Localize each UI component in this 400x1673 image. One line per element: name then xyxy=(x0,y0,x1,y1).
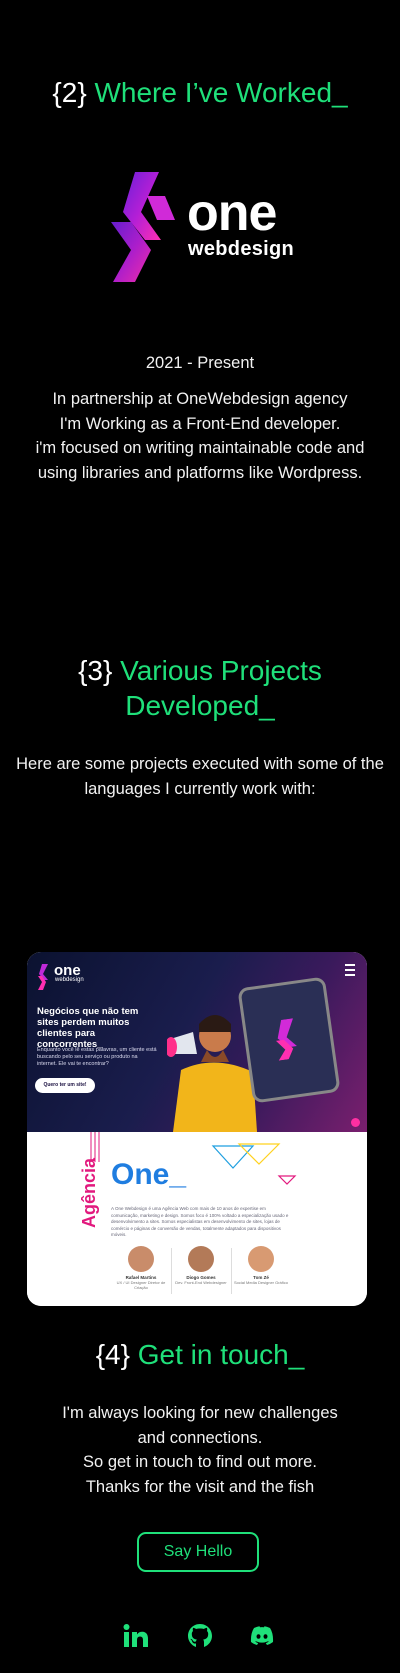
preview-lower-section: Agência One_ A One Webdesign é uma Agênc… xyxy=(27,1132,367,1306)
team-member-role: Social Media Designer Gráfico xyxy=(233,1280,289,1285)
tablet-logo-mark-icon xyxy=(275,1018,297,1061)
preview-logo-sub: webdesign xyxy=(55,977,84,983)
preview-hero-title: Negócios que não tem sites perdem muitos… xyxy=(37,1006,139,1050)
work-description: In partnership at OneWebdesign agency I'… xyxy=(0,387,400,485)
work-heading-title: Where I’ve Worked_ xyxy=(94,77,348,108)
preview-vertical-word: Agência xyxy=(79,1157,99,1228)
avatar xyxy=(188,1246,214,1272)
decorative-triangles xyxy=(211,1143,297,1185)
work-line: i'm focused on writing maintainable code… xyxy=(35,439,365,457)
logo-wordmark: one xyxy=(187,184,277,242)
projects-heading-number: {3} xyxy=(78,655,113,686)
projects-heading-title-2: Developed_ xyxy=(125,690,275,721)
preview-pink-dot xyxy=(351,1118,360,1127)
tablet-image xyxy=(237,976,341,1104)
preview-logo: one webdesign xyxy=(36,962,96,992)
discord-icon[interactable] xyxy=(248,1622,276,1650)
hamburger-menu-icon[interactable] xyxy=(345,964,355,976)
preview-description: A One Webdesign é uma Agência Web com ma… xyxy=(111,1206,289,1237)
preview-logo-mark-icon xyxy=(38,964,48,990)
company-logo: one webdesign xyxy=(101,168,301,286)
work-line: I'm Working as a Front-End developer. xyxy=(59,414,341,433)
contact-line: So get in touch to find out more. xyxy=(83,1453,317,1471)
team-member-role: Dev. Front-End Webdesigner xyxy=(175,1280,227,1285)
projects-heading: {3} Various Projects Developed_ xyxy=(0,653,400,723)
contact-line: Thanks for the visit and the fish xyxy=(85,1477,315,1496)
work-line: In partnership at OneWebdesign agency xyxy=(52,390,348,408)
team-member: Tom Zé Social Media Designer Gráfico xyxy=(231,1246,291,1285)
projects-description: Here are some projects executed with som… xyxy=(0,752,400,801)
avatar xyxy=(248,1246,274,1272)
work-line: using libraries and platforms like Wordp… xyxy=(37,463,363,482)
projects-heading-title-1: Various Projects xyxy=(120,655,322,686)
contact-heading-title: Get in touch_ xyxy=(137,1339,305,1370)
github-icon[interactable] xyxy=(186,1622,214,1650)
avatar xyxy=(128,1246,154,1272)
contact-heading: {4} Get in touch_ xyxy=(0,1337,400,1372)
say-hello-button[interactable]: Say Hello xyxy=(137,1532,259,1572)
contact-line: and connections. xyxy=(137,1428,263,1447)
project-preview-card[interactable]: one webdesign Negócios que não tem sites… xyxy=(27,952,367,1306)
projects-line: Here are some projects executed with som… xyxy=(16,755,384,773)
contact-line: I'm always looking for new challenges xyxy=(62,1404,338,1422)
logo-subtext: webdesign xyxy=(188,238,295,260)
preview-hero-text: Enquanto você lê estas palavras, um clie… xyxy=(37,1047,157,1067)
contact-description: I'm always looking for new challenges an… xyxy=(0,1401,400,1499)
team-member: Rafael Martins UX / UI Designer Diretor … xyxy=(111,1246,171,1290)
work-period: 2021 - Present xyxy=(145,354,255,372)
work-heading-number: {2} xyxy=(52,77,87,108)
contact-heading-number: {4} xyxy=(95,1339,130,1370)
preview-team: Rafael Martins UX / UI Designer Diretor … xyxy=(111,1246,291,1298)
onewebdesign-logo-mark-icon xyxy=(111,172,175,282)
work-heading: {2} Where I’ve Worked_ xyxy=(0,75,400,110)
preview-cta-button[interactable]: Quero ter um site! xyxy=(35,1078,95,1093)
preview-big-word: One_ xyxy=(111,1158,187,1191)
linkedin-icon[interactable] xyxy=(122,1622,150,1650)
team-member-role: UX / UI Designer Diretor de Criação xyxy=(116,1280,166,1290)
team-member: Diogo Gomes Dev. Front-End Webdesigner xyxy=(171,1246,231,1285)
preview-hero: one webdesign Negócios que não tem sites… xyxy=(27,952,367,1132)
projects-line: languages I currently work with: xyxy=(84,779,316,798)
